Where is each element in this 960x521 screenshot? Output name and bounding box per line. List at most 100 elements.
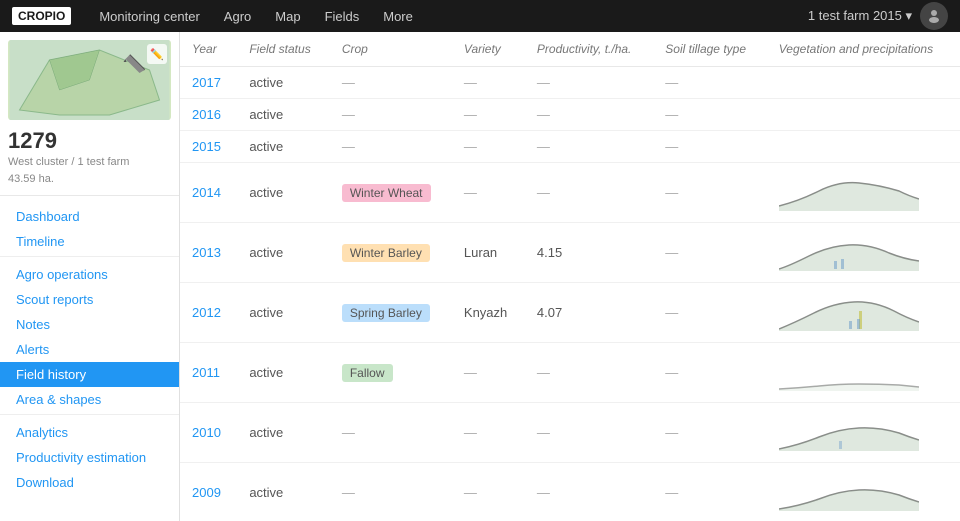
cell-crop: — xyxy=(330,403,452,463)
sidebar-item-field-history[interactable]: Field history xyxy=(0,362,179,387)
cell-crop: Winter Wheat xyxy=(330,163,452,223)
cell-soil-tillage: — xyxy=(653,223,766,283)
cell-soil-tillage: — xyxy=(653,131,766,163)
sidebar-item-area-shapes[interactable]: Area & shapes xyxy=(0,387,179,412)
table-header-row: Year Field status Crop Variety Productiv… xyxy=(180,32,960,67)
edit-field-icon[interactable]: ✏️ xyxy=(147,44,167,64)
col-productivity: Productivity, t./ha. xyxy=(525,32,653,67)
vegetation-chart xyxy=(779,231,948,274)
topnav-right: 1 test farm 2015 ▾ xyxy=(808,2,948,30)
vegetation-chart xyxy=(779,291,948,334)
cell-crop: — xyxy=(330,463,452,521)
vegetation-chart xyxy=(779,411,948,454)
cell-field-status: active xyxy=(237,131,329,163)
cell-soil-tillage: — xyxy=(653,99,766,131)
cell-vegetation xyxy=(767,343,960,403)
cell-variety: — xyxy=(452,67,525,99)
cell-crop: Spring Barley xyxy=(330,283,452,343)
cell-soil-tillage: — xyxy=(653,163,766,223)
cell-field-status: active xyxy=(237,403,329,463)
cell-productivity: 4.15 xyxy=(525,223,653,283)
sidebar-item-notes[interactable]: Notes xyxy=(0,312,179,337)
cell-year[interactable]: 2009 xyxy=(180,463,237,521)
table-row: 2012 active Spring Barley Knyazh 4.07 — xyxy=(180,283,960,343)
cell-field-status: active xyxy=(237,343,329,403)
crop-badge: Fallow xyxy=(342,364,393,382)
main-content: Year Field status Crop Variety Productiv… xyxy=(180,32,960,521)
cell-productivity: — xyxy=(525,131,653,163)
cell-year[interactable]: 2011 xyxy=(180,343,237,403)
cell-soil-tillage: — xyxy=(653,403,766,463)
sidebar-item-scout-reports[interactable]: Scout reports xyxy=(0,287,179,312)
table-row: 2015 active — — — — xyxy=(180,131,960,163)
cell-crop: — xyxy=(330,99,452,131)
sidebar-item-download[interactable]: Download xyxy=(0,470,179,495)
cell-field-status: active xyxy=(237,223,329,283)
cell-field-status: active xyxy=(237,99,329,131)
cell-soil-tillage: — xyxy=(653,283,766,343)
sidebar-item-timeline[interactable]: Timeline xyxy=(0,229,179,254)
cell-vegetation xyxy=(767,223,960,283)
sidebar-navigation: Dashboard Timeline Agro operations Scout… xyxy=(0,196,179,503)
col-field-status: Field status xyxy=(237,32,329,67)
sidebar: ✏️ 1279 West cluster / 1 test farm 43.59… xyxy=(0,32,180,521)
cell-vegetation xyxy=(767,283,960,343)
cell-year[interactable]: 2016 xyxy=(180,99,237,131)
field-area: 43.59 ha. xyxy=(8,171,171,188)
col-crop: Crop xyxy=(330,32,452,67)
nav-monitoring-center[interactable]: Monitoring center xyxy=(87,0,211,32)
sidebar-item-agro-operations[interactable]: Agro operations xyxy=(0,262,179,287)
table-row: 2010 active — — — — xyxy=(180,403,960,463)
cell-field-status: active xyxy=(237,67,329,99)
cell-year[interactable]: 2012 xyxy=(180,283,237,343)
cell-variety: — xyxy=(452,463,525,521)
field-cluster: West cluster / 1 test farm xyxy=(8,154,171,171)
sidebar-item-alerts[interactable]: Alerts xyxy=(0,337,179,362)
crop-badge: Spring Barley xyxy=(342,304,430,322)
cell-soil-tillage: — xyxy=(653,463,766,521)
cell-year[interactable]: 2013 xyxy=(180,223,237,283)
field-history-table: Year Field status Crop Variety Productiv… xyxy=(180,32,960,521)
cell-variety: — xyxy=(452,163,525,223)
cell-year[interactable]: 2015 xyxy=(180,131,237,163)
cell-vegetation xyxy=(767,403,960,463)
field-map-thumbnail: ✏️ xyxy=(8,40,171,120)
cell-crop: Fallow xyxy=(330,343,452,403)
table-row: 2014 active Winter Wheat — — — xyxy=(180,163,960,223)
nav-fields[interactable]: Fields xyxy=(313,0,372,32)
cell-variety: — xyxy=(452,131,525,163)
table-row: 2016 active — — — — xyxy=(180,99,960,131)
table-row: 2011 active Fallow — — — xyxy=(180,343,960,403)
cell-variety: — xyxy=(452,403,525,463)
cell-productivity: — xyxy=(525,163,653,223)
cell-soil-tillage: — xyxy=(653,343,766,403)
cell-productivity: — xyxy=(525,67,653,99)
crop-badge: Winter Barley xyxy=(342,244,430,262)
top-navigation: CROPIO Monitoring center Agro Map Fields… xyxy=(0,0,960,32)
cell-crop: — xyxy=(330,131,452,163)
table-row: 2009 active — — — — xyxy=(180,463,960,521)
cell-vegetation xyxy=(767,463,960,521)
user-menu-button[interactable] xyxy=(920,2,948,30)
farm-selector[interactable]: 1 test farm 2015 ▾ xyxy=(808,8,912,24)
sidebar-item-analytics[interactable]: Analytics xyxy=(0,420,179,445)
cell-variety: Luran xyxy=(452,223,525,283)
sidebar-item-productivity-estimation[interactable]: Productivity estimation xyxy=(0,445,179,470)
cell-field-status: active xyxy=(237,163,329,223)
cell-productivity: 4.07 xyxy=(525,283,653,343)
sidebar-item-dashboard[interactable]: Dashboard xyxy=(0,204,179,229)
cell-year[interactable]: 2017 xyxy=(180,67,237,99)
cell-field-status: active xyxy=(237,283,329,343)
table-row: 2017 active — — — — xyxy=(180,67,960,99)
vegetation-chart xyxy=(779,471,948,514)
cell-year[interactable]: 2010 xyxy=(180,403,237,463)
cell-vegetation xyxy=(767,163,960,223)
cell-field-status: active xyxy=(237,463,329,521)
nav-more[interactable]: More xyxy=(371,0,425,32)
nav-agro[interactable]: Agro xyxy=(212,0,263,32)
col-variety: Variety xyxy=(452,32,525,67)
table-row: 2013 active Winter Barley Luran 4.15 — xyxy=(180,223,960,283)
cell-year[interactable]: 2014 xyxy=(180,163,237,223)
nav-map[interactable]: Map xyxy=(263,0,312,32)
cell-crop: — xyxy=(330,67,452,99)
